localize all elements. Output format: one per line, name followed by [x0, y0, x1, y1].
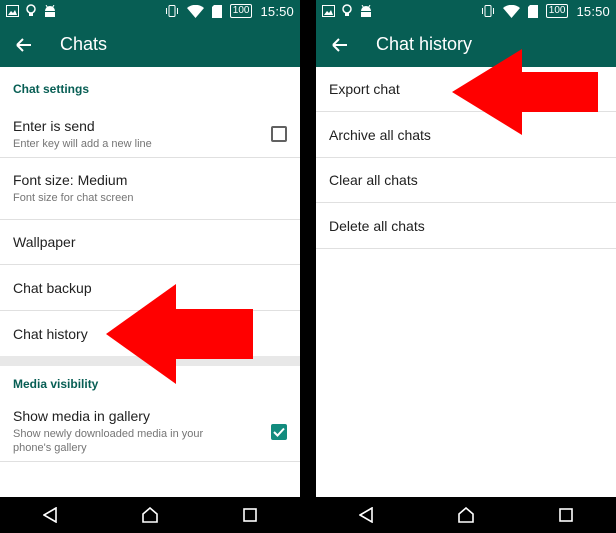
settings-list: Chat settings Enter is send Enter key wi… [0, 67, 300, 497]
checkmark-icon [273, 427, 285, 437]
section-header-chat-settings: Chat settings [13, 82, 90, 96]
setting-font-size[interactable]: Font size: Medium Font size for chat scr… [0, 158, 300, 220]
image-icon [6, 5, 19, 17]
android-icon [45, 4, 55, 17]
battery-level: 100 [548, 5, 566, 16]
bulb-icon [342, 4, 352, 16]
battery-icon: 100 [229, 4, 253, 18]
nav-recents-button[interactable] [230, 497, 270, 533]
home-icon [458, 507, 474, 523]
menu-item-label: Delete all chats [329, 217, 425, 234]
setting-subtitle: Enter key will add a new line [13, 137, 152, 150]
sim-icon [527, 4, 538, 18]
app-bar: Chats [0, 22, 300, 67]
menu-item-clear-all-chats[interactable]: Clear all chats [316, 158, 616, 203]
nav-bar [316, 497, 616, 533]
show-media-checkbox[interactable] [271, 423, 287, 440]
menu-item-label: Archive all chats [329, 126, 431, 143]
vibrate-icon [165, 5, 178, 17]
android-icon [361, 4, 371, 17]
menu-item-delete-all-chats[interactable]: Delete all chats [316, 203, 616, 249]
nav-bar [0, 497, 300, 533]
back-button[interactable] [318, 22, 362, 67]
enter-is-send-checkbox[interactable] [271, 126, 287, 142]
bulb-icon [26, 4, 36, 16]
wifi-icon [186, 4, 204, 18]
setting-chat-backup[interactable]: Chat backup [0, 265, 300, 311]
page-title: Chat history [376, 34, 473, 54]
nav-home-button[interactable] [130, 497, 170, 533]
status-bar: 100 15:50 [0, 0, 300, 22]
page-title: Chats [60, 34, 108, 54]
left-screen: 100 15:50 Chats Chat settings Enter is s… [0, 0, 300, 533]
setting-subtitle: Font size for chat screen [13, 192, 134, 204]
menu-item-archive-all-chats[interactable]: Archive all chats [316, 112, 616, 158]
section-divider [0, 356, 300, 366]
arrow-back-icon [332, 37, 347, 52]
arrow-back-icon [16, 37, 31, 52]
setting-title: Enter is send [13, 117, 95, 134]
square-recents-icon [559, 508, 573, 522]
nav-back-button[interactable] [346, 497, 386, 533]
setting-wallpaper[interactable]: Wallpaper [0, 220, 300, 265]
setting-title: Wallpaper [13, 234, 76, 250]
sim-icon [211, 4, 222, 18]
setting-show-media[interactable]: Show media in gallery Show newly downloa… [0, 402, 300, 462]
back-button[interactable] [2, 22, 46, 67]
chat-history-list: Export chat Archive all chats Clear all … [316, 67, 616, 497]
nav-home-button[interactable] [446, 497, 486, 533]
setting-title: Chat history [13, 325, 88, 342]
battery-icon: 100 [545, 4, 569, 18]
right-screen: 100 15:50 Chat history Export chat Archi… [316, 0, 616, 533]
setting-chat-history[interactable]: Chat history [0, 311, 300, 356]
home-icon [142, 507, 158, 523]
setting-title: Show media in gallery [13, 408, 150, 424]
battery-level: 100 [232, 5, 250, 16]
clock: 15:50 [576, 3, 610, 19]
setting-subtitle: Show newly downloaded media in your phon… [13, 428, 204, 454]
menu-item-export-chat[interactable]: Export chat [316, 67, 616, 112]
section-header-media-visibility: Media visibility [13, 377, 99, 391]
menu-item-label: Clear all chats [329, 172, 418, 188]
clock: 15:50 [260, 3, 294, 19]
image-icon [322, 5, 335, 17]
triangle-back-icon [43, 507, 57, 523]
setting-title: Chat backup [13, 279, 92, 296]
setting-title: Font size: Medium [13, 172, 128, 188]
nav-back-button[interactable] [30, 497, 70, 533]
triangle-back-icon [359, 507, 373, 523]
status-bar: 100 15:50 [316, 0, 616, 22]
app-bar: Chat history [316, 22, 616, 67]
wifi-icon [502, 4, 520, 18]
setting-enter-is-send[interactable]: Enter is send Enter key will add a new l… [0, 111, 300, 158]
square-recents-icon [243, 508, 257, 522]
menu-item-label: Export chat [329, 81, 400, 97]
vibrate-icon [481, 5, 494, 17]
nav-recents-button[interactable] [546, 497, 586, 533]
